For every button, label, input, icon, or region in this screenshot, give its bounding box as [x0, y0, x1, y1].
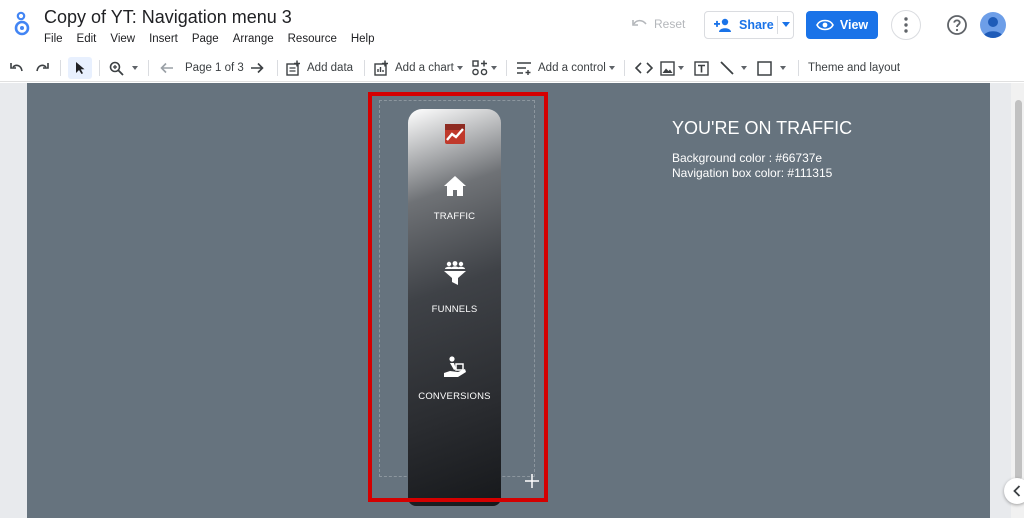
rectangle-icon [757, 60, 772, 76]
image-caret-icon [678, 66, 684, 70]
cursor-arrow-icon [76, 62, 85, 74]
menu-bar: File Edit View Insert Page Arrange Resou… [44, 33, 389, 45]
collapse-panel-button[interactable] [1004, 478, 1024, 504]
shape-button[interactable] [757, 54, 786, 82]
background-color-text: Background color : #66737e [672, 151, 823, 165]
add-control-icon [517, 62, 531, 75]
add-chart-label: Add a chart [395, 62, 454, 74]
person-avatar-icon [983, 17, 1003, 38]
toolbar-divider [624, 60, 625, 76]
toolbar-divider [798, 60, 799, 76]
add-control-label: Add a control [538, 62, 606, 74]
widgets-caret-icon [491, 66, 497, 70]
view-label: View [839, 18, 869, 32]
add-control-button[interactable]: Add a control [516, 54, 615, 82]
add-data-button[interactable]: Add data [286, 54, 353, 82]
toolbar-divider [506, 60, 507, 76]
selected-component-outline[interactable] [368, 92, 548, 502]
reset-button[interactable]: Reset [632, 17, 685, 31]
document-title[interactable]: Copy of YT: Navigation menu 3 [44, 7, 292, 28]
community-visualizations-button[interactable] [472, 54, 497, 82]
add-chart-button[interactable]: Add a chart [374, 54, 463, 82]
vertical-scrollbar-thumb[interactable] [1015, 100, 1022, 480]
undo-button[interactable] [10, 54, 24, 82]
reset-label: Reset [654, 17, 686, 31]
menu-resource[interactable]: Resource [288, 33, 337, 45]
redo-button[interactable] [35, 54, 49, 82]
add-control-caret-icon [608, 66, 615, 70]
app-header: Copy of YT: Navigation menu 3 File Edit … [0, 0, 1024, 54]
share-label: Share [739, 18, 774, 32]
image-icon [660, 60, 675, 76]
zoom-caret-icon [132, 66, 138, 70]
zoom-in-icon [109, 61, 124, 76]
line-button[interactable] [719, 54, 747, 82]
line-icon [720, 61, 734, 75]
add-data-icon [286, 60, 300, 76]
view-button[interactable]: View [806, 11, 878, 39]
add-chart-caret-icon [456, 66, 463, 70]
theme-and-layout-button[interactable]: Theme and layout [808, 54, 900, 82]
embed-url-button[interactable] [635, 54, 653, 82]
menu-file[interactable]: File [44, 33, 63, 45]
share-dropdown-caret-icon[interactable] [782, 22, 790, 27]
previous-page-button[interactable] [160, 54, 174, 82]
report-canvas: TRAFFIC FUNNELS CONVERSIONS YOU'RE ON TR… [0, 83, 1024, 518]
toolbar-divider [277, 60, 278, 76]
add-chart-icon [374, 60, 388, 76]
text-button[interactable] [694, 54, 709, 82]
eye-icon [815, 19, 834, 31]
line-caret-icon [741, 66, 747, 70]
next-page-button[interactable] [250, 54, 264, 82]
undo-icon [10, 63, 23, 72]
editor-toolbar: Page 1 of 3 Add data Add a chart Add a c… [0, 54, 1024, 82]
zoom-button[interactable] [109, 54, 138, 82]
select-tool-button[interactable] [74, 54, 86, 82]
add-person-icon [714, 18, 731, 32]
more-options-button[interactable] [891, 10, 921, 40]
shape-caret-icon [780, 66, 786, 70]
arrow-right-icon [251, 62, 264, 74]
menu-page[interactable]: Page [192, 33, 219, 45]
navigation-box-color-text: Navigation box color: #111315 [672, 166, 833, 180]
menu-view[interactable]: View [110, 33, 135, 45]
looker-studio-logo-icon[interactable] [11, 10, 33, 38]
add-data-label: Add data [307, 62, 354, 74]
chevron-left-icon [1013, 485, 1021, 497]
undo-reset-icon [632, 19, 647, 26]
text-box-icon [694, 60, 709, 76]
code-icon [635, 62, 653, 74]
page-indicator[interactable]: Page 1 of 3 [185, 54, 244, 82]
toolbar-divider [364, 60, 365, 76]
info-heading: YOU'RE ON TRAFFIC [672, 118, 853, 138]
toolbar-divider [148, 60, 149, 76]
toolbar-divider [60, 60, 61, 76]
menu-edit[interactable]: Edit [77, 33, 97, 45]
share-divider [777, 16, 778, 34]
widgets-icon [472, 60, 488, 76]
redo-icon [36, 63, 49, 72]
menu-arrange[interactable]: Arrange [233, 33, 274, 45]
help-icon[interactable] [946, 14, 968, 36]
menu-insert[interactable]: Insert [149, 33, 178, 45]
add-plus-icon[interactable] [524, 473, 540, 489]
image-button[interactable] [660, 54, 684, 82]
menu-help[interactable]: Help [351, 33, 375, 45]
share-button[interactable]: Share [704, 11, 794, 39]
toolbar-divider [99, 60, 100, 76]
arrow-left-icon [160, 62, 173, 74]
more-vert-icon [904, 17, 908, 33]
user-avatar[interactable] [980, 12, 1006, 38]
